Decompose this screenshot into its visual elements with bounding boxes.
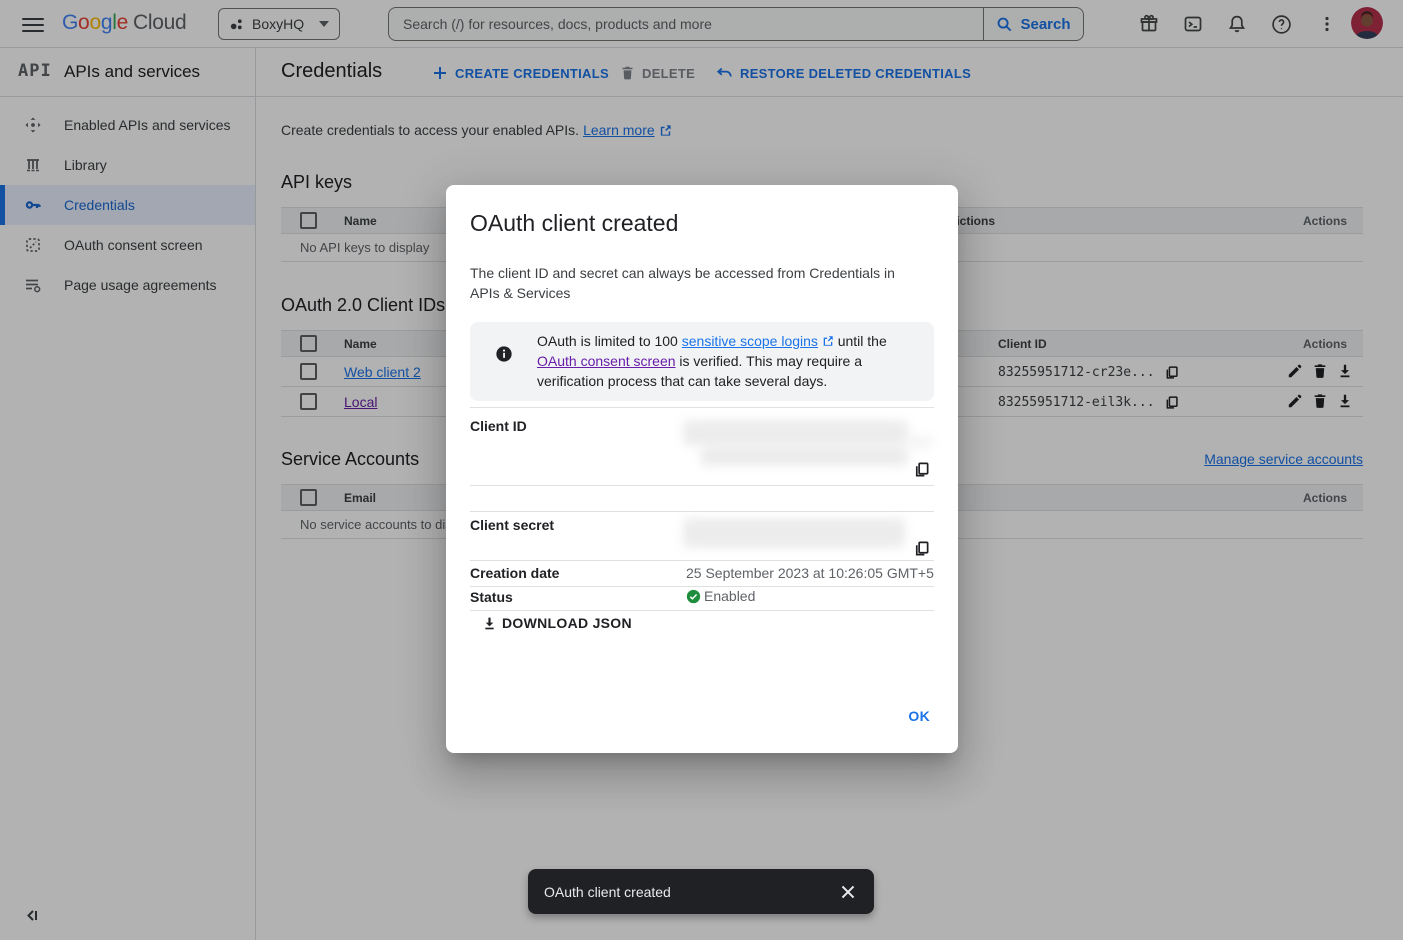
toast-notification: OAuth client created xyxy=(528,869,874,914)
client-id-label: Client ID xyxy=(470,418,527,434)
status-value: Enabled xyxy=(686,588,755,604)
redacted-client-id xyxy=(700,446,908,466)
download-json-button[interactable]: DOWNLOAD JSON xyxy=(482,615,632,631)
creation-date-value: 25 September 2023 at 10:26:05 GMT+5 xyxy=(686,565,934,581)
dialog-body-text: The client ID and secret can always be a… xyxy=(470,263,910,303)
sensitive-scope-logins-link[interactable]: sensitive scope logins xyxy=(682,333,818,349)
info-icon xyxy=(495,345,513,363)
copy-client-secret-icon[interactable] xyxy=(913,540,930,557)
oauth-client-created-dialog: OAuth client created The client ID and s… xyxy=(446,185,958,753)
copy-client-id-icon[interactable] xyxy=(913,461,930,478)
external-link-icon xyxy=(822,335,834,347)
ok-button[interactable]: OK xyxy=(908,708,930,724)
redacted-client-secret xyxy=(683,518,905,548)
oauth-consent-screen-link[interactable]: OAuth consent screen xyxy=(537,353,676,369)
status-label: Status xyxy=(470,589,513,605)
check-circle-icon xyxy=(686,589,701,604)
redacted-client-id xyxy=(683,420,908,446)
download-icon xyxy=(482,616,497,631)
close-icon[interactable] xyxy=(838,882,858,902)
creation-date-label: Creation date xyxy=(470,565,559,581)
oauth-limit-notice: OAuth is limited to 100 sensitive scope … xyxy=(470,322,934,401)
redacted-client-id xyxy=(905,436,933,448)
toast-message: OAuth client created xyxy=(544,884,838,900)
dialog-title: OAuth client created xyxy=(470,210,678,237)
client-secret-label: Client secret xyxy=(470,517,554,533)
